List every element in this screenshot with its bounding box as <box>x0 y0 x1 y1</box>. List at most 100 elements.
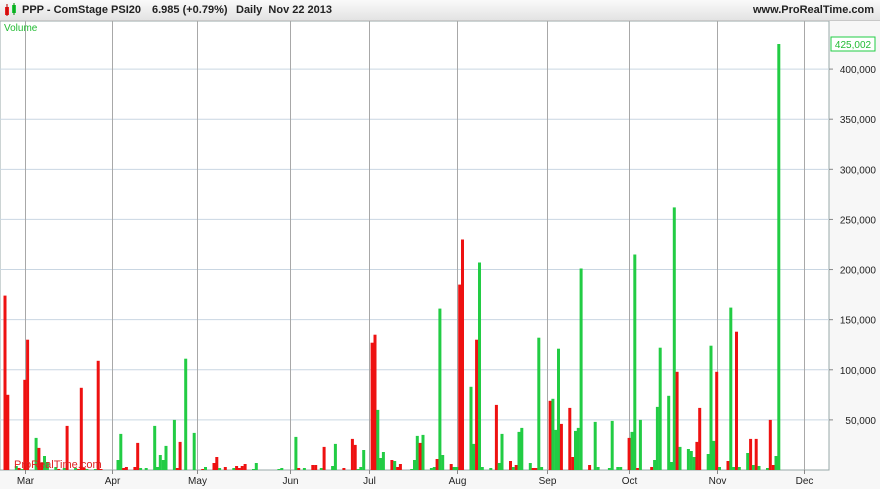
volume-bar <box>413 460 416 470</box>
volume-bar <box>133 467 137 470</box>
volume-bar <box>449 464 453 470</box>
volume-bar <box>415 435 419 470</box>
volume-bar <box>766 468 769 470</box>
volume-bar <box>695 441 699 470</box>
volume-bar <box>26 339 30 470</box>
volume-bar <box>342 468 346 470</box>
volume-bar <box>359 467 363 470</box>
volume-bar <box>156 467 159 470</box>
watermark: ProRealTime.com <box>14 459 102 471</box>
volume-bar <box>718 467 721 470</box>
volume-bar <box>418 442 422 470</box>
volume-bar <box>732 467 736 470</box>
volume-bar <box>497 463 501 470</box>
volume-bar <box>280 468 284 470</box>
volume-bar <box>302 468 306 470</box>
volume-bar <box>517 431 521 470</box>
volume-bar <box>709 345 713 470</box>
volume-chart: ProRealTime.com Volume 50,000 100,000 150,… <box>0 21 876 487</box>
volume-bar <box>379 458 383 470</box>
title-bar: PPP - ComStage PSI20 6.985 (+0.79%) Dail… <box>0 0 880 21</box>
volume-bar <box>356 469 360 470</box>
volume-bar <box>678 446 682 470</box>
volume-bar <box>435 459 439 470</box>
volume-bar <box>455 467 459 470</box>
volume-bar <box>596 467 600 470</box>
volume-bar <box>294 436 298 470</box>
volume-bar <box>393 461 397 470</box>
period-and-date: Daily Nov 22 2013 <box>236 4 332 16</box>
volume-bar <box>511 467 515 470</box>
volume-bar <box>520 427 524 470</box>
volume-bar <box>653 460 657 470</box>
instrument-name: PPP - ComStage PSI20 <box>22 4 142 16</box>
volume-bar <box>509 461 512 470</box>
volume-bar <box>161 460 165 470</box>
volume-bar <box>607 468 611 470</box>
volume-bar <box>322 446 326 470</box>
volume-bar <box>686 449 690 470</box>
volume-bar <box>610 420 614 470</box>
volume-bar <box>362 450 366 470</box>
source-link[interactable]: www.ProRealTime.com <box>753 4 874 16</box>
volume-bar <box>314 465 318 470</box>
volume-bar <box>636 468 640 470</box>
volume-bar <box>554 429 558 470</box>
volume-bar <box>297 468 301 470</box>
volume-bar <box>777 44 781 470</box>
volume-bar <box>254 463 258 470</box>
volume-bar <box>350 438 354 470</box>
volume-bar <box>633 254 637 470</box>
period-label: Daily <box>236 4 263 16</box>
volume-bar <box>630 431 634 470</box>
volume-bar <box>751 465 755 470</box>
volume-bar <box>531 468 535 470</box>
volume-bar <box>164 445 168 470</box>
volume-bar <box>432 467 436 470</box>
x-tick-label: Jun <box>282 476 298 487</box>
volume-bar <box>116 460 120 470</box>
volume-bar <box>396 467 400 470</box>
y-axis: 50,000 100,000 150,000 200,000 250,000 300,00… <box>829 65 876 427</box>
volume-bar <box>144 468 148 470</box>
volume-bar <box>548 400 552 470</box>
y-tick-label: 300,000 <box>840 165 877 176</box>
volume-bar <box>235 466 239 470</box>
volume-bar <box>588 465 592 470</box>
volume-bar <box>429 468 433 470</box>
volume-bar <box>494 404 498 470</box>
x-tick-label: Mar <box>17 476 35 487</box>
volume-bar <box>571 457 575 470</box>
volume-bar <box>574 430 577 470</box>
volume-bar <box>410 469 414 470</box>
volume-bar <box>252 469 255 470</box>
volume-bar <box>655 406 659 470</box>
volume-bar <box>754 438 758 470</box>
volume-bar <box>715 371 719 470</box>
volume-bar <box>153 425 157 470</box>
x-tick-label: Oct <box>622 476 638 487</box>
volume-bar <box>218 468 222 470</box>
volume-bar <box>480 467 484 470</box>
volume-bar <box>551 398 555 470</box>
volume-bar <box>398 464 402 470</box>
volume-bar <box>192 432 196 470</box>
last-price: 6.985 (+0.79%) <box>152 4 228 16</box>
volume-bar <box>469 386 473 470</box>
volume-bar <box>658 347 662 470</box>
volume-bar <box>441 455 445 470</box>
indicator-title: Volume <box>4 23 38 34</box>
volume-bar <box>667 395 671 470</box>
y-tick-label: 50,000 <box>845 416 876 427</box>
y-tick-label: 400,000 <box>840 65 877 76</box>
candlestick-icon <box>5 3 16 16</box>
volume-bar <box>204 467 207 470</box>
volume-bar <box>534 468 538 470</box>
volume-bar <box>616 467 620 470</box>
volume-bar <box>670 462 673 470</box>
volume-bar <box>376 409 380 470</box>
chart-window: PPP - ComStage PSI20 6.985 (+0.79%) Dail… <box>0 0 880 489</box>
x-tick-label: Dec <box>796 476 814 487</box>
volume-bar <box>540 467 544 470</box>
volume-bar <box>514 465 518 470</box>
